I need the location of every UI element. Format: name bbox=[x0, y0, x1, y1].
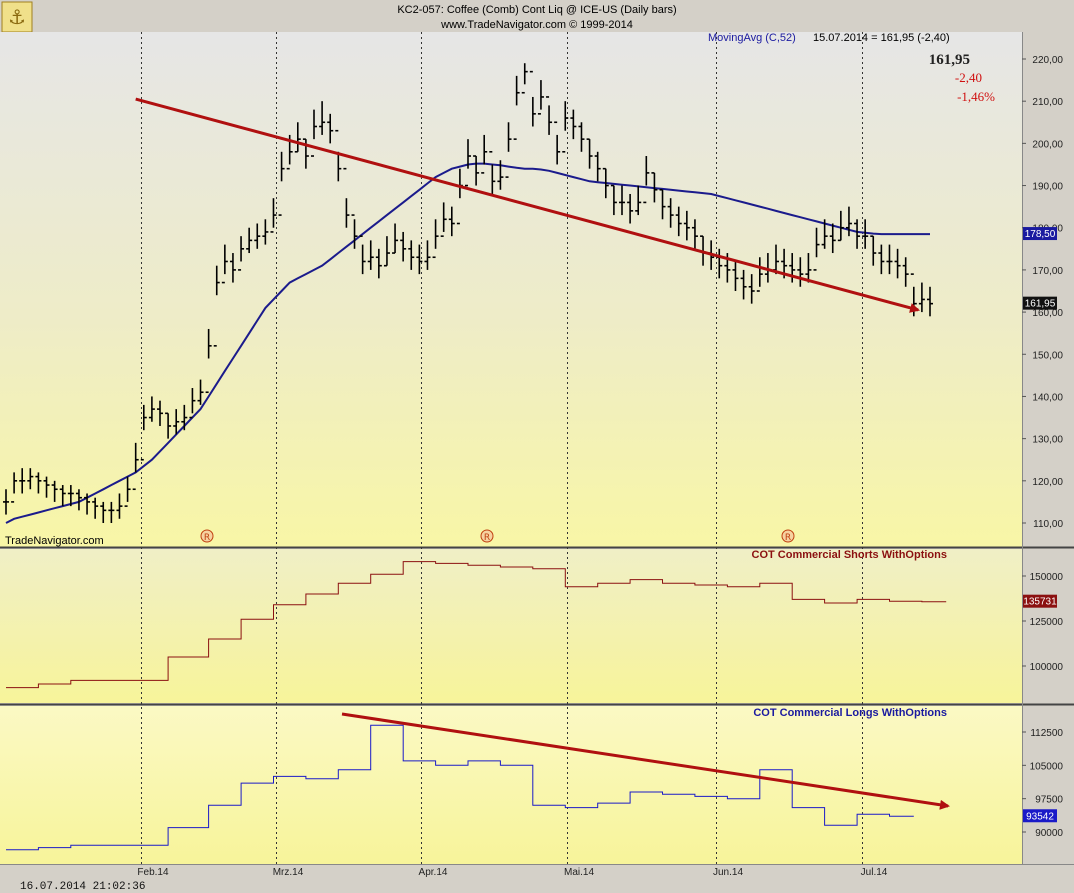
price-value-tag: 161,95 bbox=[1023, 296, 1057, 310]
svg-text:178,50: 178,50 bbox=[1025, 229, 1056, 240]
chart-title: KC2-057: Coffee (Comb) Cont Liq @ ICE-US… bbox=[397, 4, 676, 16]
x-tick-label: Apr.14 bbox=[419, 867, 448, 878]
y-tick-label: 170,00 bbox=[1032, 266, 1063, 277]
y-tick-label: 130,00 bbox=[1032, 435, 1063, 446]
y-tick-label: 220,00 bbox=[1032, 55, 1063, 66]
y-tick-label: 100000 bbox=[1030, 662, 1064, 673]
y-tick-label: 160,00 bbox=[1032, 308, 1063, 319]
y-tick-label: 112500 bbox=[1030, 728, 1063, 739]
price-change-pct: -1,46% bbox=[957, 89, 995, 104]
longs-panel bbox=[0, 706, 1022, 864]
svg-text:R: R bbox=[785, 533, 791, 543]
indicator-label: MovingAvg (C,52) bbox=[708, 32, 796, 44]
y-tick-label: 190,00 bbox=[1032, 182, 1063, 193]
y-tick-label: 125000 bbox=[1030, 617, 1064, 628]
x-tick-label: Mai.14 bbox=[564, 867, 594, 878]
watermark: TradeNavigator.com bbox=[5, 535, 104, 547]
y-tick-label: 150,00 bbox=[1032, 350, 1063, 361]
timestamp: 16.07.2014 21:02:36 bbox=[20, 881, 145, 893]
shorts-label: COT Commercial Shorts WithOptions bbox=[752, 549, 947, 561]
chart-subtitle: www.TradeNavigator.com © 1999-2014 bbox=[440, 19, 633, 31]
x-tick-label: Mrz.14 bbox=[273, 867, 304, 878]
y-tick-label: 90000 bbox=[1035, 828, 1063, 839]
x-tick-label: Jul.14 bbox=[861, 867, 888, 878]
longs-value-tag: 93542 bbox=[1023, 809, 1057, 823]
y-tick-label: 120,00 bbox=[1032, 477, 1063, 488]
y-tick-label: 150000 bbox=[1030, 572, 1064, 583]
y-tick-label: 105000 bbox=[1030, 761, 1064, 772]
chart-svg: ⚓ KC2-057: Coffee (Comb) Cont Liq @ ICE-… bbox=[0, 0, 1074, 893]
x-tick-label: Feb.14 bbox=[137, 867, 169, 878]
y-tick-label: 97500 bbox=[1035, 795, 1063, 806]
price-change: -2,40 bbox=[955, 70, 982, 85]
ma-value-tag: 178,50 bbox=[1023, 227, 1057, 241]
x-tick-label: Jun.14 bbox=[713, 867, 743, 878]
y-tick-label: 110,00 bbox=[1033, 519, 1063, 530]
last-price: 161,95 bbox=[929, 52, 970, 68]
shorts-value-tag: 135731 bbox=[1023, 594, 1057, 608]
y-tick-label: 200,00 bbox=[1032, 139, 1063, 150]
svg-text:R: R bbox=[484, 533, 490, 543]
price-panel bbox=[0, 32, 1022, 547]
svg-text:135731: 135731 bbox=[1023, 597, 1057, 608]
svg-text:161,95: 161,95 bbox=[1025, 299, 1056, 310]
svg-text:R: R bbox=[204, 533, 210, 543]
svg-text:⚓: ⚓ bbox=[8, 5, 26, 29]
anchor-icon[interactable]: ⚓ bbox=[1, 1, 33, 33]
y-tick-label: 210,00 bbox=[1032, 97, 1063, 108]
longs-label: COT Commercial Longs WithOptions bbox=[753, 707, 947, 719]
svg-text:93542: 93542 bbox=[1026, 811, 1054, 822]
y-tick-label: 140,00 bbox=[1032, 392, 1063, 403]
indicator-values: 15.07.2014 = 161,95 (-2,40) bbox=[813, 32, 950, 44]
